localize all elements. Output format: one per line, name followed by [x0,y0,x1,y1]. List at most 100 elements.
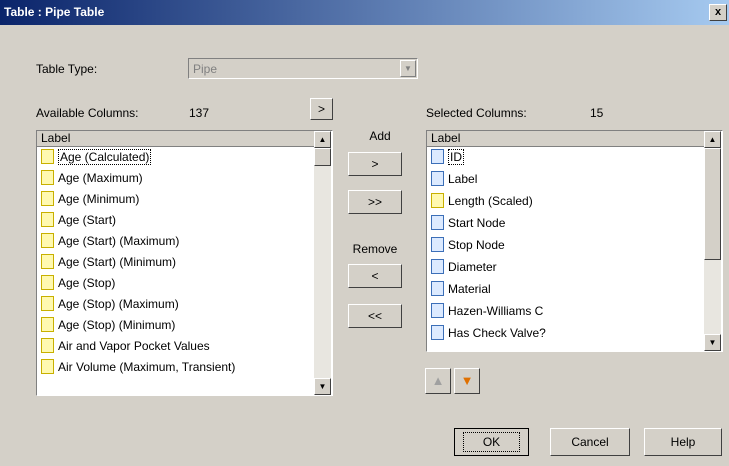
blue-page-icon [431,281,444,296]
scroll-up-icon[interactable]: ▲ [314,131,331,148]
help-label: Help [670,435,696,449]
blue-page-icon [431,237,444,252]
list-item[interactable]: Material [431,280,491,298]
list-item[interactable]: Age (Stop) [41,274,115,292]
list-item[interactable]: Age (Maximum) [41,169,143,187]
list-item-label: Diameter [448,260,497,274]
selected-list-header[interactable]: Label [427,131,704,147]
yellow-page-icon [41,338,54,353]
list-item-label: Hazen-Williams C [448,304,544,318]
list-item[interactable]: Length (Scaled) [431,192,533,210]
list-item-label: Air Volume (Maximum, Transient) [58,360,236,374]
list-item[interactable]: Start Node [431,214,505,232]
move-up-button[interactable]: ▲ [425,368,451,394]
yellow-page-icon [41,317,54,332]
yellow-page-icon [41,275,54,290]
yellow-page-icon [41,254,54,269]
list-item-label: Air and Vapor Pocket Values [58,339,210,353]
list-item-label: Age (Start) (Maximum) [58,234,180,248]
list-item[interactable]: Age (Start) (Minimum) [41,253,176,271]
chevron-down-icon[interactable]: ▼ [400,60,416,77]
yellow-page-icon [41,212,54,227]
list-item-label: Age (Stop) (Maximum) [58,297,179,311]
list-item[interactable]: Diameter [431,258,497,276]
list-item[interactable]: Age (Minimum) [41,190,139,208]
remove-all-label: << [367,309,382,323]
table-type-value: Pipe [193,62,218,76]
available-columns-list[interactable]: Label Age (Calculated) Age (Maximum) Age (… [36,130,333,396]
list-item[interactable]: Label [431,170,477,188]
blue-page-icon [431,149,444,164]
list-item-label: Has Check Valve? [448,326,546,340]
yellow-page-icon [41,359,54,374]
list-item-label: Age (Minimum) [58,192,140,206]
close-button[interactable]: x [709,4,727,21]
yellow-page-icon [41,296,54,311]
help-button[interactable]: Help [644,428,722,456]
available-columns-label: Available Columns: [36,106,139,120]
cancel-button[interactable]: Cancel [550,428,630,456]
yellow-page-icon [41,233,54,248]
selected-columns-label: Selected Columns: [426,106,527,120]
remove-one-button[interactable]: < [348,264,402,288]
list-item[interactable]: Age (Start) (Maximum) [41,232,179,250]
blue-page-icon [431,325,444,340]
scroll-down-icon[interactable]: ▼ [704,334,721,351]
remove-all-button[interactable]: << [348,304,402,328]
scroll-thumb[interactable] [314,148,331,166]
list-item[interactable]: Air and Vapor Pocket Values [41,337,210,355]
yellow-page-icon [41,170,54,185]
blue-page-icon [431,303,444,318]
yellow-page-icon [41,149,54,164]
table-type-combo[interactable]: Pipe ▼ [188,58,418,79]
ok-label: OK [463,432,520,452]
remove-one-label: < [371,269,379,283]
available-scrollbar[interactable]: ▲ ▼ [314,131,331,395]
list-item-label: Length (Scaled) [448,194,533,208]
selected-scrollbar[interactable]: ▲ ▼ [704,131,721,351]
add-all-button[interactable]: >> [348,190,402,214]
selected-columns-count: 15 [590,106,604,120]
title-bar: Table : Pipe Table x [0,0,729,25]
remove-label: Remove [352,242,398,256]
available-list-header[interactable]: Label [37,131,314,147]
list-item-label: Age (Stop) (Minimum) [58,318,176,332]
blue-page-icon [431,171,444,186]
arrow-up-icon: ▲ [431,373,445,388]
arrow-down-icon: ▼ [460,373,474,388]
scroll-up-icon[interactable]: ▲ [704,131,721,148]
list-item[interactable]: Has Check Valve? [431,324,546,342]
list-item-label: Start Node [448,216,506,230]
list-item[interactable]: Age (Stop) (Maximum) [41,295,179,313]
list-item[interactable]: Hazen-Williams C [431,302,543,320]
ok-button[interactable]: OK [454,428,529,456]
add-one-button[interactable]: > [348,152,402,176]
cancel-label: Cancel [571,435,609,449]
list-item[interactable]: Age (Stop) (Minimum) [41,316,175,334]
list-item[interactable]: Air Volume (Maximum, Transient) [41,358,235,376]
list-item-label: Label [448,172,478,186]
yellow-page-icon [431,193,444,208]
scroll-thumb[interactable] [704,148,721,260]
list-item-label: Age (Maximum) [58,171,143,185]
list-item[interactable]: Age (Start) [41,211,116,229]
expand-available-button[interactable]: > [310,98,333,120]
add-one-label: > [371,157,379,171]
list-item[interactable]: ID [431,148,464,166]
blue-page-icon [431,259,444,274]
list-item[interactable]: Stop Node [431,236,505,254]
list-item-label: Material [448,282,491,296]
selected-columns-list[interactable]: Label ID Label Length (Scaled) Start Node St… [426,130,723,352]
window-title: Table : Pipe Table [4,5,105,19]
yellow-page-icon [41,191,54,206]
expand-available-label: > [317,102,325,116]
list-item[interactable]: Age (Calculated) [41,148,152,166]
list-item-label: Age (Start) (Minimum) [58,255,177,269]
blue-page-icon [431,215,444,230]
scroll-down-icon[interactable]: ▼ [314,378,331,395]
move-down-button[interactable]: ▼ [454,368,480,394]
add-label: Add [369,129,391,143]
list-item-label: Age (Start) [58,213,117,227]
list-item-label: Age (Calculated) [58,149,152,165]
add-all-label: >> [367,195,382,209]
